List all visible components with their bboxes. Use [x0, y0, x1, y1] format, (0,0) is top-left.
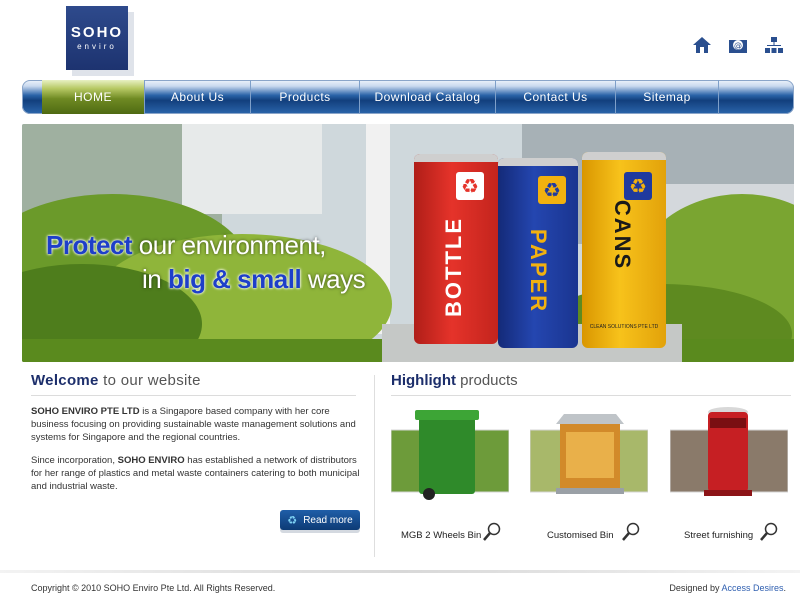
copyright-text: Copyright © 2010 SOHO Enviro Pte Ltd. Al… — [31, 583, 276, 593]
highlight-heading: Highlight products — [391, 372, 518, 389]
designed-by-label: Designed by — [669, 583, 722, 593]
nav-download-catalog[interactable]: Download Catalog — [360, 80, 496, 114]
designer-link[interactable]: Access Desires — [721, 583, 783, 593]
email-icon[interactable]: @ — [728, 36, 748, 54]
designed-period: . — [783, 583, 786, 593]
bin-cans: ♻ CANS CLEAN SOLUTIONS PTE LTD — [582, 152, 666, 348]
product-customised-bin[interactable]: Customised Bin — [529, 404, 649, 541]
bin-caption: CLEAN SOLUTIONS PTE LTD — [589, 324, 659, 330]
slogan-ways: ways — [301, 264, 366, 294]
welcome-rest: to our website — [98, 372, 201, 389]
product-image-mgb-bin — [390, 410, 510, 500]
welcome-paragraph-2: Since incorporation, SOHO ENVIRO has est… — [31, 454, 361, 493]
slogan-protect: Protect — [46, 230, 133, 260]
product-image-customised-bin — [529, 414, 649, 494]
highlight-divider — [391, 395, 791, 396]
bin-paper: ♻ PAPER — [498, 158, 578, 348]
designed-by: Designed by Access Desires. — [669, 583, 786, 593]
para2-bold: SOHO ENVIRO — [117, 455, 185, 466]
para2-pre: Since incorporation, — [31, 455, 118, 466]
nav-sitemap[interactable]: Sitemap — [616, 80, 719, 114]
product-label-customised: Customised Bin — [547, 530, 614, 541]
product-label-mgb: MGB 2 Wheels Bin — [401, 530, 482, 541]
logo[interactable]: SOHO enviro — [66, 6, 128, 70]
bin-bottle: ♻ BOTTLE — [414, 154, 498, 344]
hero-slogan-line2: in big & small ways — [142, 264, 366, 295]
hero-banner: ♻ BOTTLE ♻ PAPER ♻ CANS CLEAN SOLUTIONS … — [22, 124, 794, 362]
bin-label-bottle: BOTTLE — [441, 217, 466, 317]
welcome-heading: Welcome to our website — [31, 372, 201, 389]
logo-line1: SOHO — [70, 24, 124, 41]
welcome-paragraph-1: SOHO ENVIRO PTE LTD is a Singapore based… — [31, 405, 361, 444]
welcome-bold: Welcome — [31, 372, 99, 389]
bin-label-cans: CANS — [610, 199, 635, 271]
page: SOHO enviro @ HOME About Us Products Dow… — [0, 0, 800, 600]
sitemap-icon[interactable] — [764, 36, 784, 54]
read-more-button[interactable]: ♻ Read more — [280, 510, 360, 530]
magnifier-icon[interactable] — [622, 522, 640, 542]
recycle-icon: ♻ — [456, 172, 484, 200]
highlight-bold: Highlight — [391, 372, 456, 389]
home-icon[interactable] — [692, 36, 712, 54]
nav-about-us[interactable]: About Us — [145, 80, 251, 114]
product-mgb-bin[interactable]: MGB 2 Wheels Bin — [390, 404, 510, 541]
logo-line2: enviro — [77, 42, 117, 51]
slogan-in: in — [142, 264, 168, 294]
product-image-street-furnishing — [669, 407, 789, 496]
slogan-big-small: big & small — [167, 264, 302, 294]
footer-divider — [0, 570, 800, 573]
read-more-label: Read more — [303, 514, 353, 526]
recycle-icon: ♻ — [538, 176, 566, 204]
recycle-icon: ♻ — [287, 513, 298, 527]
product-street-furnishing[interactable]: Street furnishing — [669, 404, 789, 541]
svg-text:@: @ — [734, 41, 742, 50]
slogan-rest1: our environment, — [132, 230, 327, 260]
top-icons: @ — [692, 36, 784, 54]
magnifier-icon[interactable] — [483, 522, 501, 542]
magnifier-icon[interactable] — [760, 522, 778, 542]
nav-products[interactable]: Products — [251, 80, 360, 114]
column-divider — [374, 375, 375, 557]
product-label-street: Street furnishing — [684, 530, 754, 541]
highlight-rest: products — [455, 372, 518, 389]
main-nav: HOME About Us Products Download Catalog … — [22, 80, 794, 114]
bin-label-paper: PAPER — [526, 228, 551, 314]
nav-contact-us[interactable]: Contact Us — [496, 80, 616, 114]
para1-bold: SOHO ENVIRO PTE LTD — [31, 406, 140, 417]
welcome-divider — [31, 395, 356, 396]
nav-home[interactable]: HOME — [42, 80, 145, 114]
hero-slogan-line1: Protect our environment, — [46, 230, 326, 261]
